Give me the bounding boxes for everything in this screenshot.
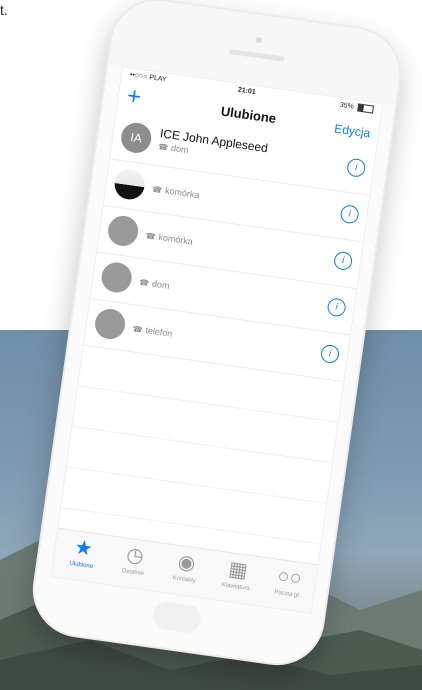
info-icon[interactable]: i [326, 297, 347, 318]
tab-contacts[interactable]: ◉ Kontakty [158, 548, 214, 587]
tab-recents[interactable]: ◷ Ostatnie [107, 540, 163, 579]
number-type: ☎ dom [138, 277, 171, 291]
home-button[interactable] [151, 599, 203, 635]
tab-bar: ★ Ulubione ◷ Ostatnie ◉ Kontakty ▦ Klawi… [51, 527, 318, 613]
phone-icon: ☎ [151, 184, 163, 195]
corner-text: t. [0, 2, 8, 18]
number-type: ☎ komórka [151, 184, 201, 201]
info-icon[interactable]: i [346, 157, 367, 178]
battery-percent: 35% [339, 101, 355, 111]
avatar [93, 307, 128, 341]
favorites-list: IA ICE John Appleseed ☎ dom i ☎ komórka i … [60, 112, 376, 545]
tab-voicemail[interactable]: ○○ Poczta gł. [261, 562, 317, 601]
avatar [106, 214, 141, 248]
phone-screen: ••○○○ PLAY 21:01 35% + Ulubione Edycja I… [50, 66, 384, 614]
info-icon[interactable]: i [319, 343, 341, 365]
phone-icon: ☎ [157, 142, 169, 153]
speaker-grille [228, 48, 285, 62]
number-type: ☎ komórka [145, 231, 194, 247]
phone-icon: ☎ [145, 231, 157, 242]
info-icon[interactable]: i [339, 204, 360, 225]
tab-favorites[interactable]: ★ Ulubione [55, 533, 111, 572]
avatar: IA [119, 120, 154, 155]
status-right: 35% [339, 101, 375, 114]
avatar [112, 167, 147, 202]
status-time: 21:01 [237, 86, 257, 97]
tab-keypad[interactable]: ▦ Klawiatura [210, 555, 266, 594]
phone-icon: ☎ [138, 277, 150, 289]
avatar [99, 260, 134, 295]
info-icon[interactable]: i [332, 250, 354, 272]
carrier-signal: ••○○○ PLAY [129, 71, 167, 84]
battery-icon [357, 103, 375, 114]
phone-icon: ☎ [132, 324, 144, 335]
number-type: ☎ telefon [132, 324, 174, 339]
camera-icon [255, 36, 263, 44]
